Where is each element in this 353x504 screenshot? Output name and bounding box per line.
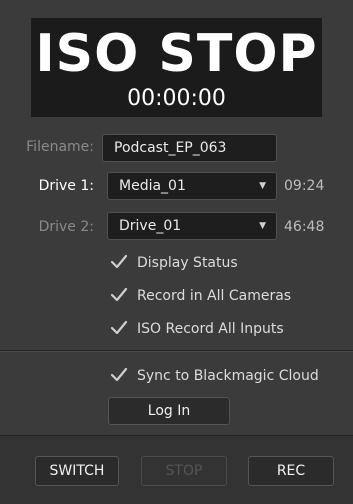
display-status-label: Display Status (137, 255, 238, 271)
drive2-select[interactable]: Drive_01 ▼ (107, 212, 277, 240)
drive1-value: Media_01 (119, 178, 186, 194)
sync-cloud-label: Sync to Blackmagic Cloud (137, 368, 319, 384)
chevron-down-icon: ▼ (259, 221, 266, 231)
recording-timecode: 00:00:00 (127, 86, 226, 111)
checkmark-icon (110, 287, 128, 302)
switch-button[interactable]: SWITCH (35, 456, 119, 486)
filename-input[interactable]: Podcast_EP_063 (102, 134, 277, 162)
stop-button[interactable]: STOP (141, 456, 227, 486)
drive2-value: Drive_01 (119, 218, 182, 234)
iso-record-all-inputs-label: ISO Record All Inputs (137, 321, 284, 337)
status-display: ISO STOP 00:00:00 (31, 18, 322, 117)
log-in-button[interactable]: Log In (108, 397, 230, 425)
rec-button[interactable]: REC (248, 456, 334, 486)
iso-record-panel: ISO STOP 00:00:00 Filename: Podcast_EP_0… (0, 0, 353, 504)
drive2-label: Drive 2: (38, 219, 94, 235)
drive1-label: Drive 1: (38, 178, 94, 194)
filename-label: Filename: (26, 139, 94, 155)
recording-status-title: ISO STOP (35, 24, 318, 84)
record-all-cameras-label: Record in All Cameras (137, 288, 292, 304)
section-divider-highlight (0, 351, 353, 352)
drive1-remaining-time: 09:24 (284, 178, 325, 194)
drive1-select[interactable]: Media_01 ▼ (107, 172, 277, 200)
drive2-remaining-time: 46:48 (284, 219, 325, 235)
filename-value: Podcast_EP_063 (114, 140, 227, 156)
checkmark-icon (110, 254, 128, 269)
checkmark-icon (110, 367, 128, 382)
checkmark-icon (110, 320, 128, 335)
chevron-down-icon: ▼ (259, 181, 266, 191)
